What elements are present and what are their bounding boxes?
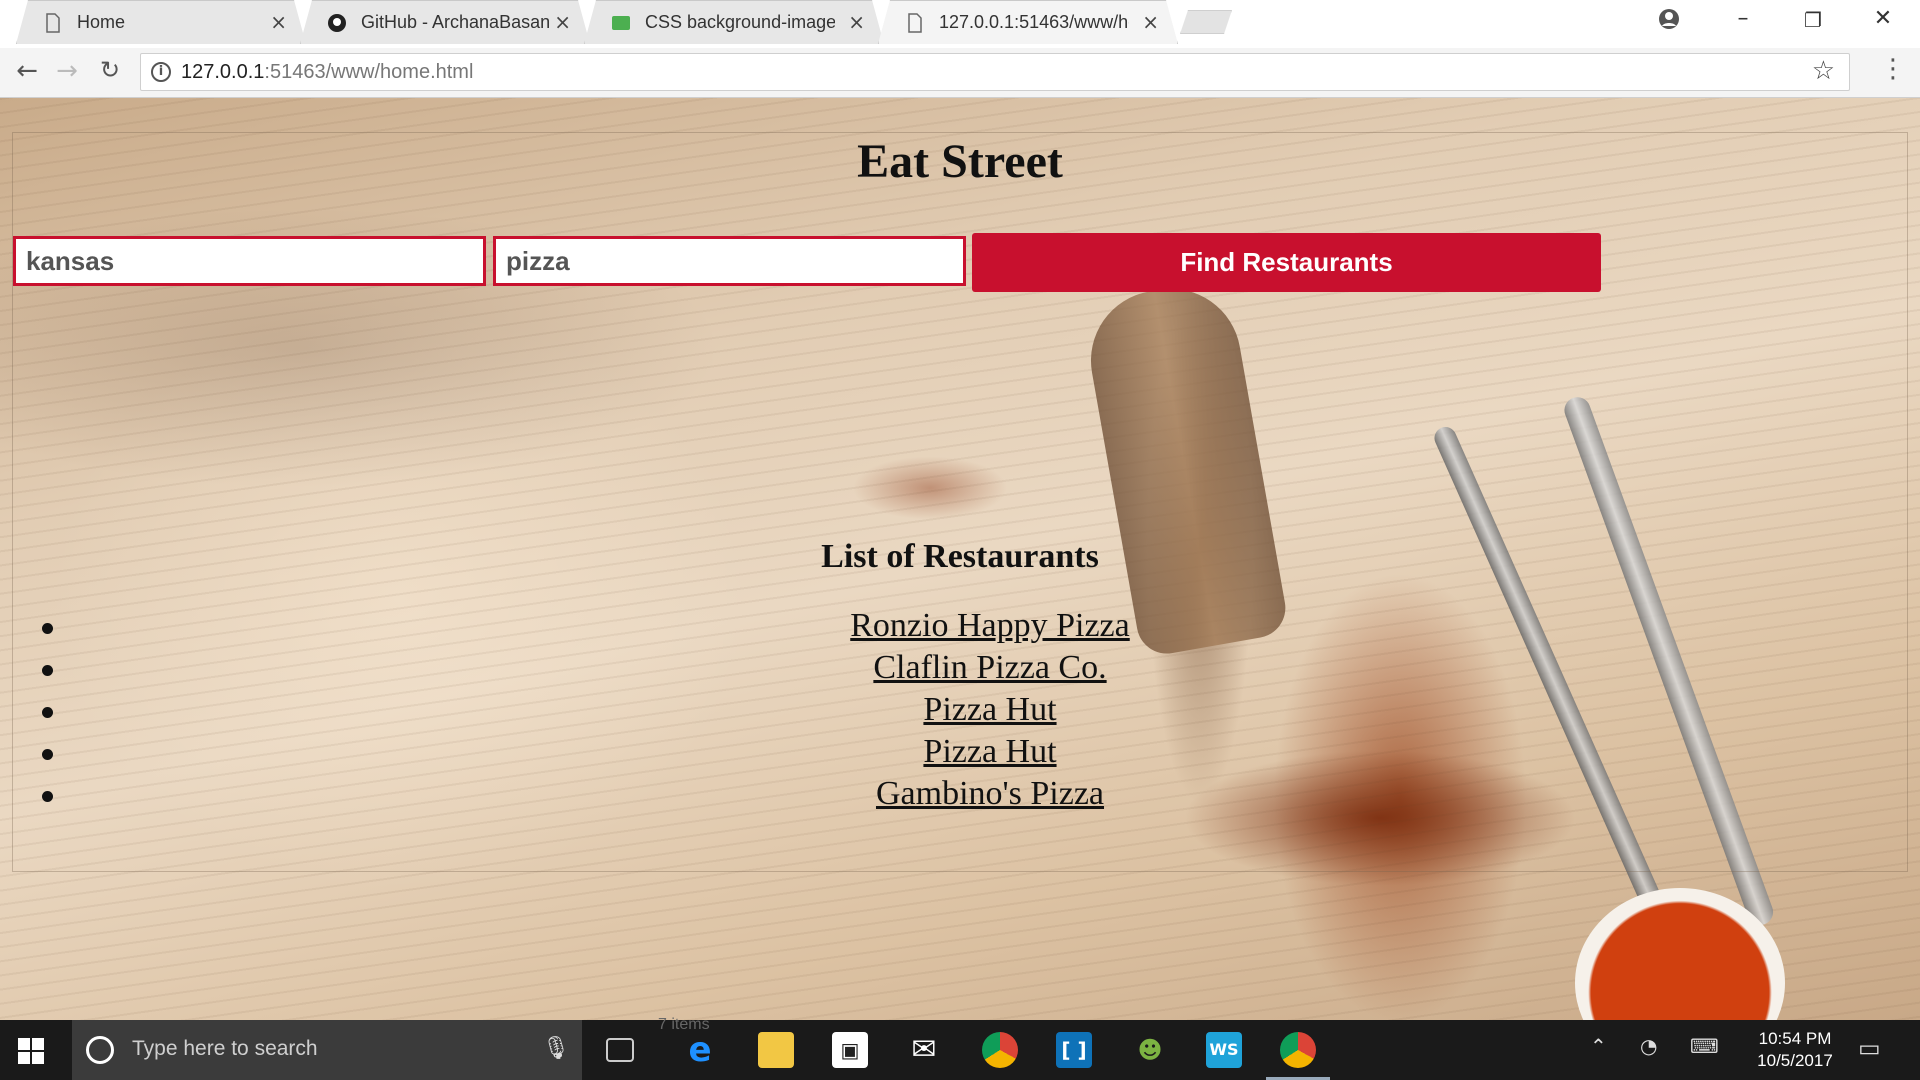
- cuisine-input[interactable]: [493, 236, 966, 286]
- minimize-icon[interactable]: –: [1723, 6, 1763, 31]
- list-item: Gambino's Pizza: [40, 775, 1920, 817]
- browser-toolbar: ← → ↻ i 127.0.0.1:51463/www/home.html ☆ …: [0, 48, 1920, 98]
- url-path: :51463/www/home.html: [264, 61, 474, 83]
- tab-github[interactable]: GitHub - ArchanaBasani/ ×: [300, 0, 590, 44]
- tab-current[interactable]: 127.0.0.1:51463/www/ho ×: [878, 0, 1178, 44]
- cortana-icon: [86, 1036, 114, 1064]
- browser-tab-strip: Home × GitHub - ArchanaBasani/ × CSS bac…: [0, 0, 1920, 48]
- windows-start-icon[interactable]: [18, 1038, 44, 1064]
- restaurant-link[interactable]: Claflin Pizza Co.: [40, 649, 1920, 687]
- url-text: 127.0.0.1:51463/www/home.html: [181, 61, 473, 84]
- close-icon[interactable]: ×: [554, 10, 571, 34]
- taskbar-search-box[interactable]: Type here to search 🎙: [72, 1020, 582, 1080]
- clock-date: 10/5/2017: [1757, 1051, 1833, 1070]
- tab-title: Home: [77, 12, 126, 32]
- forward-icon[interactable]: →: [50, 56, 84, 86]
- w3schools-icon: [611, 13, 631, 33]
- search-placeholder: Type here to search: [132, 1037, 318, 1060]
- mail-icon[interactable]: ✉: [906, 1032, 942, 1068]
- list-item: Ronzio Happy Pizza: [40, 607, 1920, 649]
- restaurant-list-heading: List of Restaurants: [821, 538, 1099, 575]
- list-item: Pizza Hut: [40, 691, 1920, 733]
- find-restaurants-button[interactable]: Find Restaurants: [972, 233, 1601, 292]
- restore-icon[interactable]: ❐: [1793, 8, 1833, 32]
- chrome-icon[interactable]: [982, 1032, 1018, 1068]
- info-icon[interactable]: i: [151, 62, 171, 82]
- new-tab-button[interactable]: [1180, 10, 1232, 34]
- list-item: Claflin Pizza Co.: [40, 649, 1920, 691]
- app-icon[interactable]: [ ]: [1056, 1032, 1092, 1068]
- android-studio-icon[interactable]: ☻: [1132, 1032, 1168, 1068]
- edge-icon[interactable]: e: [682, 1032, 718, 1068]
- windows-taskbar: Type here to search 🎙 7 items e ▣ ✉ [ ] …: [0, 1016, 1920, 1080]
- tab-home[interactable]: Home ×: [16, 0, 306, 44]
- restaurant-link[interactable]: Gambino's Pizza: [40, 775, 1920, 813]
- close-window-icon[interactable]: ✕: [1863, 6, 1903, 31]
- file-explorer-icon[interactable]: [758, 1032, 794, 1068]
- browser-menu-icon[interactable]: ⋮: [1880, 54, 1906, 84]
- profile-icon[interactable]: [1658, 8, 1680, 30]
- restaurant-link[interactable]: Pizza Hut: [40, 691, 1920, 729]
- page-icon: [43, 13, 63, 33]
- tab-title: GitHub - ArchanaBasani/: [361, 12, 551, 32]
- restaurant-list: Ronzio Happy Pizza Claflin Pizza Co. Piz…: [40, 607, 1920, 817]
- webstorm-icon[interactable]: WS: [1206, 1032, 1242, 1068]
- keyboard-icon[interactable]: ⌨: [1690, 1034, 1719, 1058]
- system-clock[interactable]: 10:54 PM 10/5/2017: [1740, 1028, 1850, 1072]
- tab-title: CSS background-image p: [645, 12, 835, 32]
- url-host: 127.0.0.1: [181, 61, 265, 83]
- github-icon: [327, 13, 347, 33]
- bookmark-star-icon[interactable]: ☆: [1812, 56, 1835, 86]
- reload-icon[interactable]: ↻: [93, 56, 127, 84]
- clock-time: 10:54 PM: [1758, 1029, 1832, 1048]
- close-icon[interactable]: ×: [1142, 10, 1159, 34]
- chrome-active-icon[interactable]: [1280, 1032, 1316, 1068]
- page-viewport: Eat Street Find Restaurants List of Rest…: [0, 98, 1920, 1020]
- chevron-up-icon[interactable]: ⌃: [1590, 1034, 1607, 1058]
- tab-title: 127.0.0.1:51463/www/ho: [939, 12, 1129, 32]
- microphone-icon[interactable]: 🎙: [542, 1036, 570, 1061]
- back-icon[interactable]: ←: [10, 56, 44, 86]
- address-bar[interactable]: i 127.0.0.1:51463/www/home.html ☆: [140, 53, 1850, 91]
- close-icon[interactable]: ×: [270, 10, 287, 34]
- page-title: Eat Street: [857, 135, 1063, 188]
- restaurant-link[interactable]: Ronzio Happy Pizza: [40, 607, 1920, 645]
- close-icon[interactable]: ×: [848, 10, 865, 34]
- restaurant-link[interactable]: Pizza Hut: [40, 733, 1920, 771]
- wifi-icon[interactable]: ◔: [1640, 1034, 1657, 1058]
- page-icon: [905, 13, 925, 33]
- list-item: Pizza Hut: [40, 733, 1920, 775]
- location-input[interactable]: [13, 236, 486, 286]
- task-view-icon[interactable]: [606, 1038, 634, 1062]
- tab-css-background[interactable]: CSS background-image p ×: [584, 0, 884, 44]
- store-icon[interactable]: ▣: [832, 1032, 868, 1068]
- notification-icon[interactable]: ▭: [1858, 1034, 1881, 1062]
